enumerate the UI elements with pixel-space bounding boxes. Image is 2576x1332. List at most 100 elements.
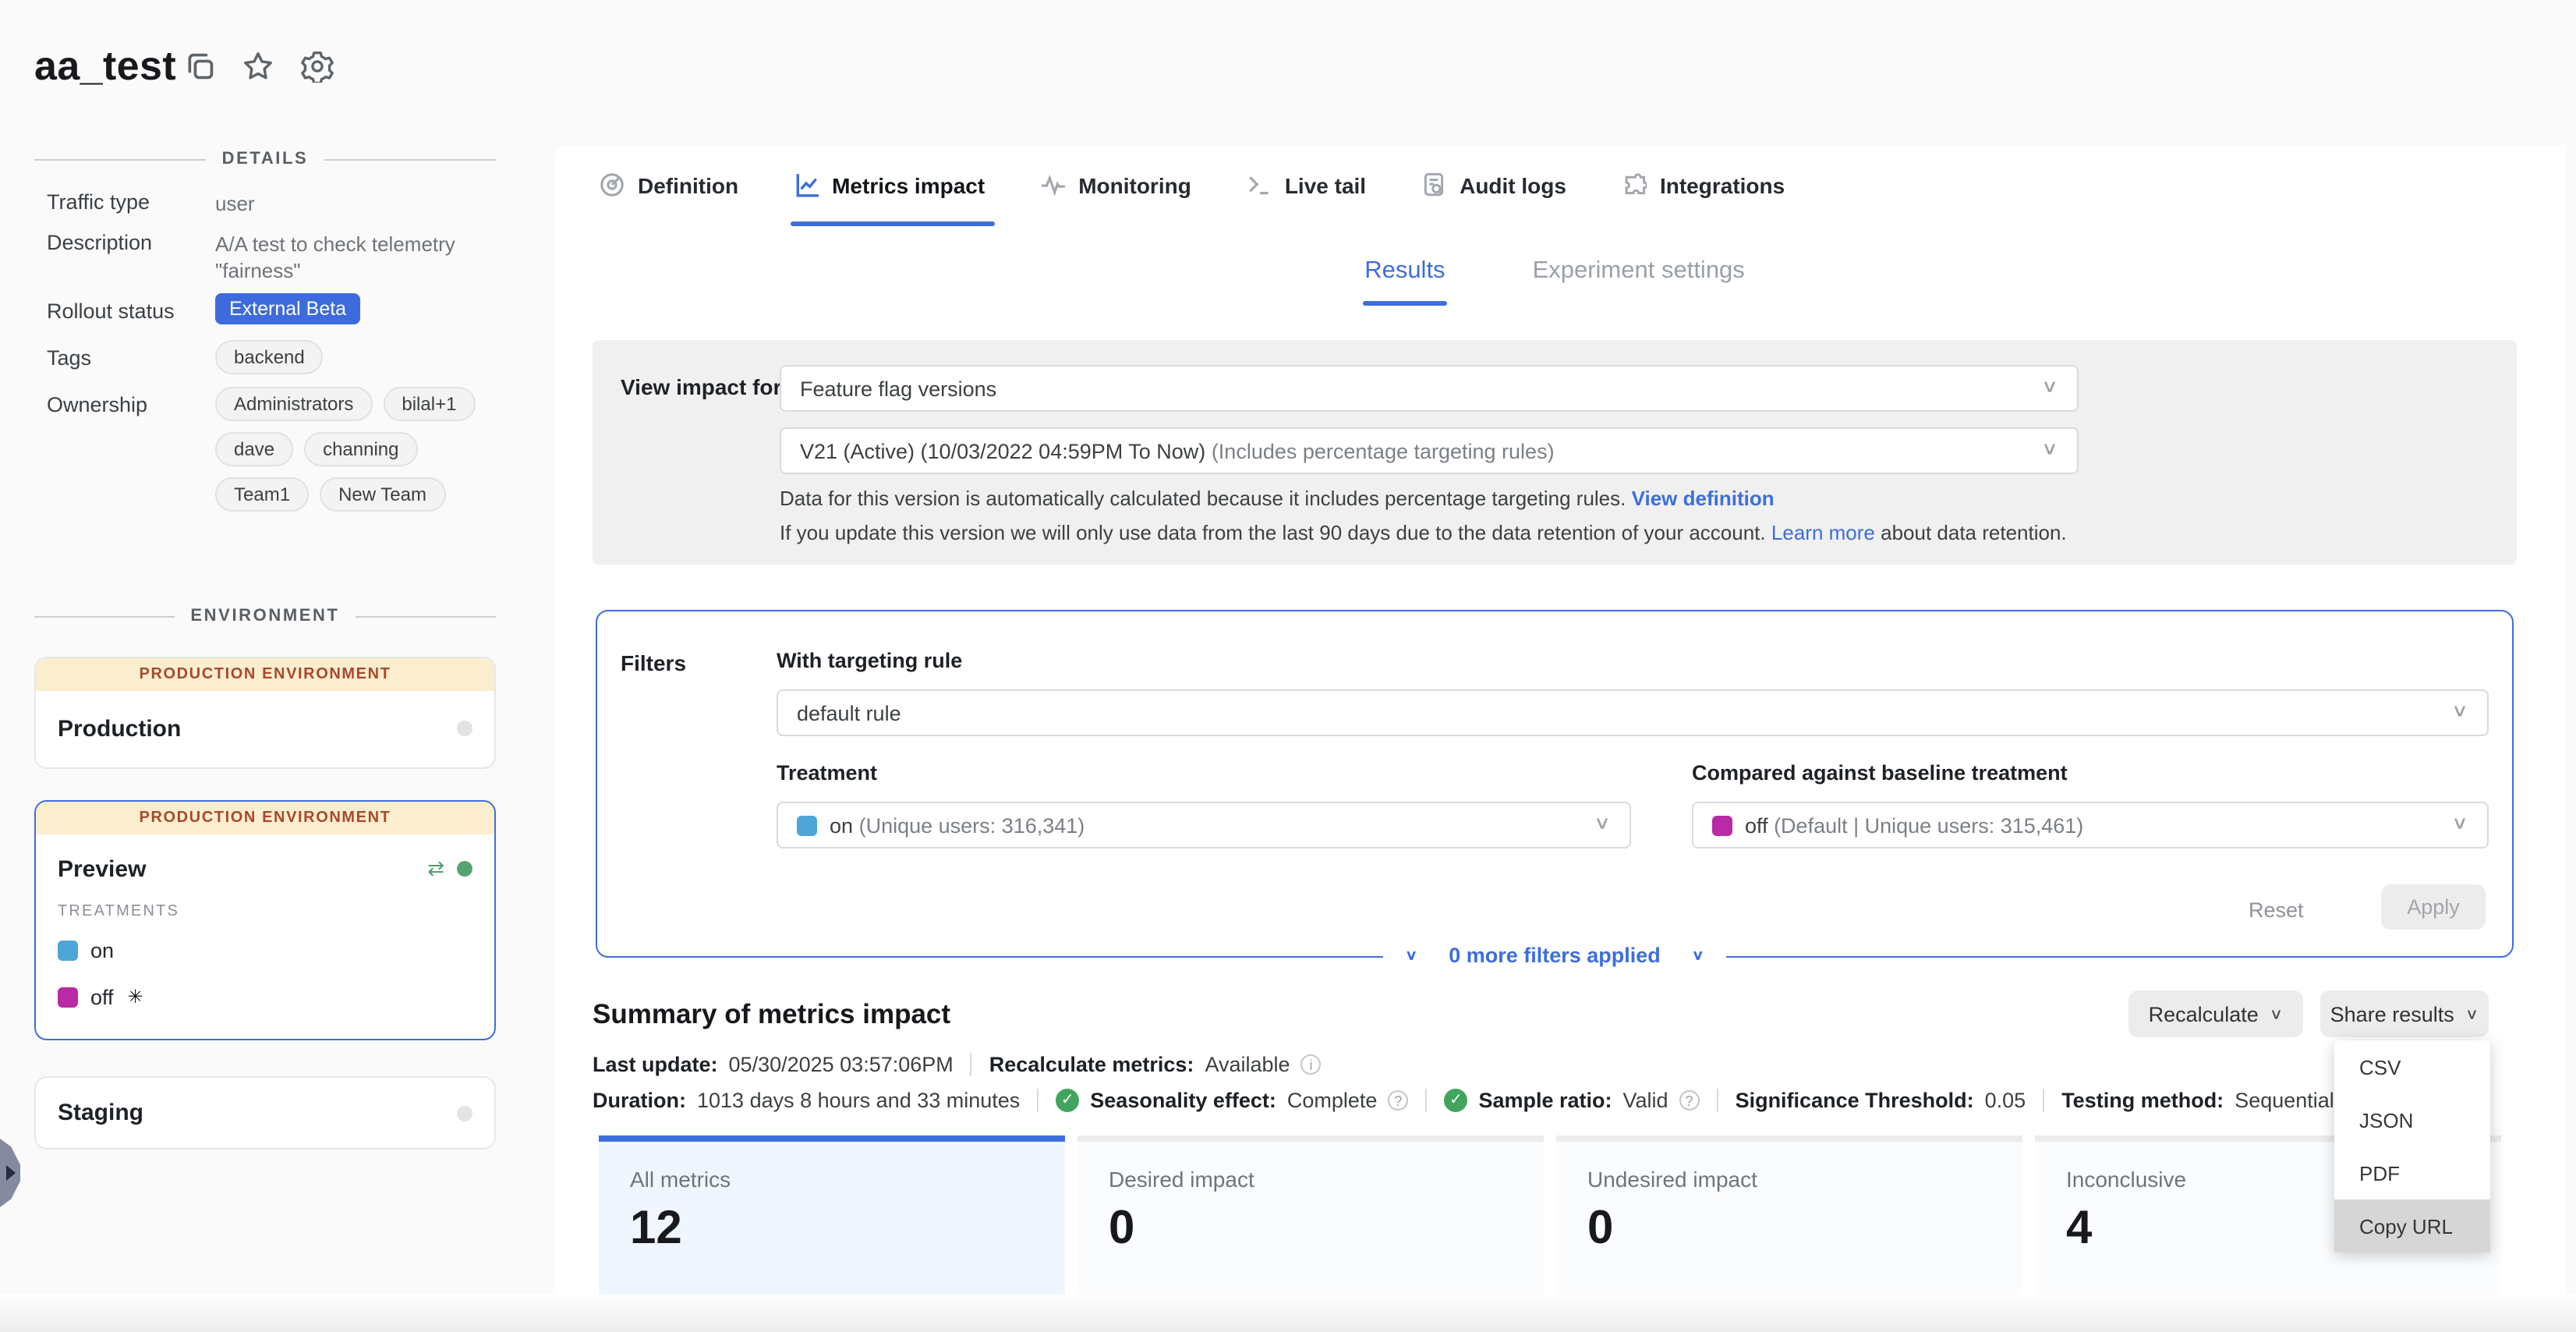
bottom-fade [0, 1295, 2576, 1332]
details-heading: DETAILS [34, 150, 496, 168]
menu-item-copy-url[interactable]: Copy URL [2334, 1199, 2490, 1252]
treatment-row-off: off [36, 973, 494, 1020]
traffic-type-value: user [215, 190, 499, 217]
tab-audit-logs[interactable]: Audit logs [1421, 143, 1566, 226]
page-title: aa_test [34, 42, 176, 90]
filters-title: Filters [621, 650, 686, 675]
owner-pill[interactable]: channing [304, 432, 417, 466]
baseline-label: Compared against baseline treatment [1692, 761, 2068, 785]
treatment-label: Treatment [777, 761, 877, 785]
summary-title: Summary of metrics impact [593, 998, 950, 1031]
ownership-label: Ownership [47, 393, 147, 416]
chevron-down-icon [1405, 948, 1417, 964]
results-subtab-bar: Results Experiment settings [596, 257, 2514, 290]
more-filters-toggle: 0 more filters applied [596, 944, 2514, 967]
view-definition-link[interactable]: View definition [1632, 487, 1775, 510]
tab-integrations[interactable]: Integrations [1621, 143, 1785, 226]
recalculate-button[interactable]: Recalculate [2128, 990, 2303, 1037]
treatment-select[interactable]: on (Unique users: 316,341) [777, 802, 1631, 848]
chevron-down-icon [2451, 813, 2468, 834]
rollout-status-label: Rollout status [47, 299, 175, 323]
owner-pill[interactable]: Team1 [215, 477, 309, 512]
page: aa_test DETAILS Traffic type user Descri… [0, 0, 2576, 1332]
reset-button[interactable]: Reset [2249, 898, 2304, 922]
env-card-preview[interactable]: PRODUCTION ENVIRONMENT Preview TREATMENT… [34, 800, 496, 1040]
menu-item-json[interactable]: JSON [2334, 1093, 2490, 1146]
star-icon[interactable] [242, 50, 274, 83]
owner-pill[interactable]: bilal+1 [383, 387, 475, 421]
traffic-type-label: Traffic type [47, 190, 150, 214]
treatments-heading: TREATMENTS [36, 903, 494, 920]
gear-icon[interactable] [301, 50, 334, 83]
env-name-preview: Preview [58, 856, 427, 882]
learn-more-link[interactable]: Learn more [1771, 521, 1875, 544]
check-circle-icon [1056, 1089, 1079, 1112]
help-icon[interactable] [1388, 1090, 1408, 1111]
subtab-experiment-settings[interactable]: Experiment settings [1533, 257, 1745, 290]
chevron-down-icon [1594, 813, 1611, 834]
targeting-rule-select[interactable]: default rule [777, 689, 2489, 736]
apply-button[interactable]: Apply [2381, 884, 2486, 930]
default-treatment-icon [128, 986, 143, 1008]
description-value: A/A test to check telemetry "fairness" [215, 231, 499, 284]
tab-definition[interactable]: Definition [599, 143, 738, 226]
tab-metrics-impact[interactable]: Metrics impact [793, 143, 985, 226]
swap-arrows-icon [427, 856, 444, 881]
chevron-down-icon [2451, 700, 2468, 721]
tab-monitoring[interactable]: Monitoring [1039, 143, 1191, 226]
owner-pill[interactable]: Administrators [215, 387, 372, 421]
tags-label: Tags [47, 346, 91, 370]
menu-item-csv[interactable]: CSV [2334, 1040, 2490, 1093]
ownership-list: Administrators bilal+1 dave channing Tea… [215, 387, 505, 512]
status-dot-gray [457, 721, 472, 736]
card-undesired-impact[interactable]: Undesired impact 0 [1556, 1135, 2022, 1295]
treatment-off-swatch [1712, 815, 1732, 835]
chevron-down-icon [2270, 1005, 2284, 1022]
view-impact-label: View impact for [621, 374, 781, 399]
card-all-metrics[interactable]: All metrics 12 [599, 1135, 1065, 1295]
env-card-production[interactable]: PRODUCTION ENVIRONMENT Production [34, 657, 496, 769]
copy-icon[interactable] [184, 50, 217, 83]
sidebar-expand-handle[interactable] [0, 1139, 20, 1207]
tags-list: backend [215, 340, 505, 374]
env-name-staging: Staging [58, 1100, 457, 1126]
share-results-button[interactable]: Share results [2320, 990, 2489, 1037]
description-label: Description [47, 231, 152, 254]
treatment-off-swatch [58, 987, 78, 1007]
env-card-staging[interactable]: Staging [34, 1076, 496, 1150]
env-name-production: Production [58, 715, 457, 742]
help-icon[interactable] [1679, 1090, 1700, 1111]
production-env-banner: PRODUCTION ENVIRONMENT [36, 802, 494, 834]
production-env-banner: PRODUCTION ENVIRONMENT [36, 658, 494, 691]
rollout-status-badge[interactable]: External Beta [215, 293, 360, 324]
card-desired-impact[interactable]: Desired impact 0 [1077, 1135, 1544, 1295]
summary-meta-row-2: Duration: 1013 days 8 hours and 33 minut… [593, 1089, 2334, 1112]
tab-bar: Definition Metrics impact Monitoring Liv… [599, 143, 1785, 226]
menu-item-pdf[interactable]: PDF [2334, 1146, 2490, 1199]
treatment-on-swatch [58, 940, 78, 960]
metric-summary-cards: All metrics 12 Desired impact 0 Undesire… [599, 1135, 2501, 1295]
owner-pill[interactable]: dave [215, 432, 293, 466]
summary-meta-row-1: Last update: 05/30/2025 03:57:06PM Recal… [593, 1053, 1322, 1076]
targeting-rule-label: With targeting rule [777, 649, 962, 672]
chevron-down-icon [2465, 1005, 2479, 1022]
chevron-down-icon [2041, 376, 2058, 397]
share-results-menu: CSV JSON PDF Copy URL [2334, 1040, 2490, 1252]
version-note-2: If you update this version we will only … [780, 521, 2067, 544]
owner-pill[interactable]: New Team [320, 477, 445, 512]
tab-live-tail[interactable]: Live tail [1246, 143, 1366, 226]
version-select[interactable]: V21 (Active) (10/03/2022 04:59PM To Now)… [780, 427, 2079, 474]
baseline-select[interactable]: off (Default | Unique users: 315,461) [1692, 802, 2489, 848]
check-circle-icon [1444, 1089, 1467, 1112]
status-dot-gray [457, 1105, 472, 1121]
status-dot-green [457, 861, 472, 877]
tag-pill[interactable]: backend [215, 340, 324, 374]
subtab-results[interactable]: Results [1364, 257, 1445, 290]
environment-heading: ENVIRONMENT [34, 607, 496, 625]
chevron-down-icon [1692, 948, 1704, 964]
info-icon[interactable] [1301, 1054, 1322, 1075]
treatment-on-swatch [797, 815, 817, 835]
treatment-row-on: on [36, 926, 494, 973]
chevron-down-icon [2041, 438, 2058, 459]
impact-source-select[interactable]: Feature flag versions [780, 365, 2079, 412]
